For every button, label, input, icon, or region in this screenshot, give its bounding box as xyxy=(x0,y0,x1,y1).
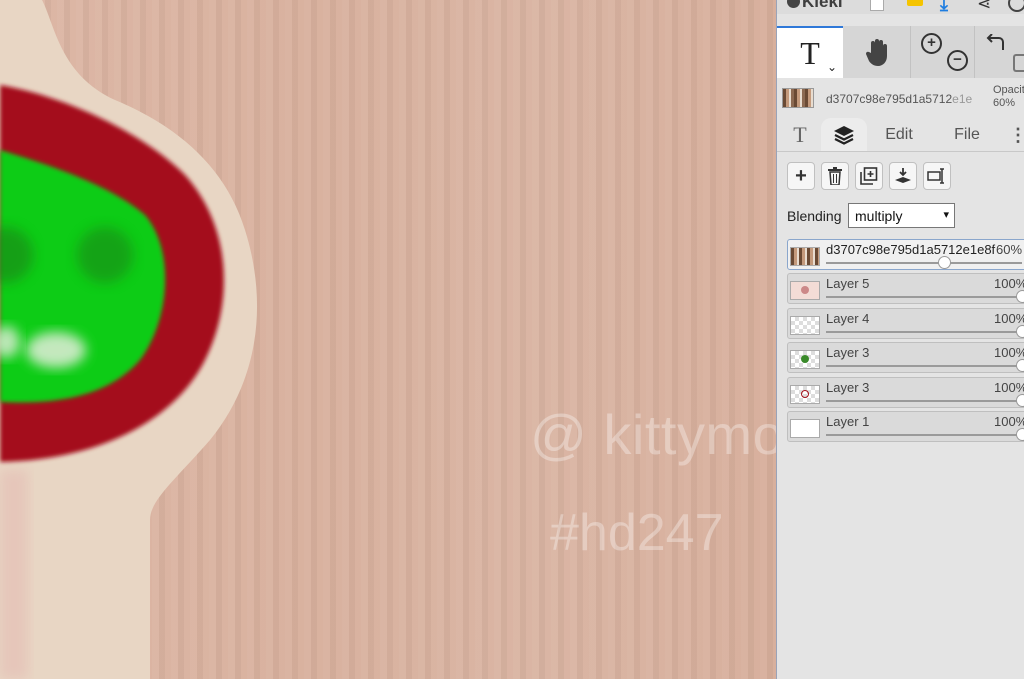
layer-thumbnail xyxy=(790,247,820,266)
thumbnail-mark xyxy=(801,286,809,294)
layer-thumbnail xyxy=(790,350,820,369)
undo-icon[interactable] xyxy=(985,34,1005,52)
canvas-artwork xyxy=(0,0,258,679)
panel-tabs: T Edit File ⋮ xyxy=(777,118,1024,152)
more-menu-icon[interactable]: ⋮ xyxy=(1009,118,1024,152)
tab-edit[interactable]: Edit xyxy=(877,118,921,152)
open-folder-icon[interactable] xyxy=(907,0,923,6)
kleki-logo-icon xyxy=(787,0,800,8)
layer-thumbnail xyxy=(790,419,820,438)
layer-row[interactable]: Layer 3 100% xyxy=(787,377,1024,408)
layer-opacity: 100% xyxy=(994,380,1024,395)
layer-row[interactable]: Layer 3 100% xyxy=(787,342,1024,373)
zoom-out-icon[interactable]: − xyxy=(947,50,968,71)
blending-select[interactable]: multiply ▾ xyxy=(848,203,955,228)
layer-opacity: 100% xyxy=(994,414,1024,429)
opacity-value: 60% xyxy=(993,97,1016,109)
mouth-highlight-right xyxy=(26,332,86,368)
layer-row[interactable]: d3707c98e795d1a5712e1e8f 60% xyxy=(787,239,1024,270)
layer-row[interactable]: Layer 4 100% xyxy=(787,308,1024,339)
thumbnail-mark xyxy=(801,390,809,398)
layer-name: Layer 3 xyxy=(826,345,870,360)
layer-name: d3707c98e795d1a5712e1e8f xyxy=(826,242,996,257)
duplicate-icon xyxy=(860,167,878,185)
top-bar: Kleki ⤓ ⋖ xyxy=(777,0,1024,14)
layer-opacity-slider[interactable] xyxy=(826,325,1024,338)
chevron-down-icon: ▾ xyxy=(943,209,949,221)
current-layer-info: d3707c98e795d1a5712e1e Opacity 60% xyxy=(777,78,1024,118)
slider-handle[interactable] xyxy=(1016,394,1024,407)
add-layer-button[interactable]: + xyxy=(787,162,815,190)
layer-opacity: 60% xyxy=(996,242,1023,257)
zoom-controls: + − xyxy=(911,26,975,78)
layer-opacity-slider[interactable] xyxy=(826,428,1024,441)
layer-name: Layer 3 xyxy=(826,380,870,395)
current-layer-thumbnail xyxy=(782,88,814,108)
share-icon[interactable]: ⋖ xyxy=(977,0,991,14)
layer-thumbnail xyxy=(790,316,820,335)
tab-tool-settings[interactable]: T xyxy=(787,118,813,152)
slider-handle[interactable] xyxy=(1016,428,1024,441)
duplicate-layer-button[interactable] xyxy=(855,162,883,190)
text-tool-icon: T xyxy=(800,34,820,71)
side-panel: Kleki ⤓ ⋖ T ⌄ + − d3707c98e795d1a5712e1e… xyxy=(776,0,1024,679)
merge-down-icon xyxy=(895,168,911,183)
drawing-canvas[interactable]: @ kittymo #hd247 xyxy=(0,0,776,679)
pink-column-shape xyxy=(0,470,28,679)
tab-layers[interactable] xyxy=(821,118,867,152)
layer-opacity: 100% xyxy=(994,311,1024,326)
layer-name: Layer 5 xyxy=(826,276,870,291)
slider-handle[interactable] xyxy=(938,256,951,269)
layer-opacity-slider[interactable] xyxy=(826,256,1022,269)
watermark-handle: @ kittymo xyxy=(530,403,776,466)
help-icon[interactable] xyxy=(1008,0,1024,12)
layer-row[interactable]: Layer 5 100% xyxy=(787,273,1024,304)
tab-divider xyxy=(777,151,1024,152)
chevron-down-icon[interactable]: ⌄ xyxy=(827,60,837,74)
tab-file[interactable]: File xyxy=(947,118,987,152)
layer-name: Layer 1 xyxy=(826,414,870,429)
blending-value: multiply xyxy=(855,208,903,224)
rename-layer-button[interactable] xyxy=(923,162,951,190)
slider-handle[interactable] xyxy=(1016,290,1024,303)
slider-handle[interactable] xyxy=(1016,359,1024,372)
redo-icon[interactable] xyxy=(1013,54,1024,72)
text-tool-button[interactable]: T ⌄ xyxy=(777,26,843,78)
current-layer-opacity: Opacity 60% xyxy=(993,84,1024,110)
merge-layer-button[interactable] xyxy=(889,162,917,190)
layer-opacity-slider[interactable] xyxy=(826,359,1024,372)
layer-row[interactable]: Layer 1 100% xyxy=(787,411,1024,442)
slider-handle[interactable] xyxy=(1016,325,1024,338)
tool-row: T ⌄ + − xyxy=(777,26,1024,78)
layer-opacity-slider[interactable] xyxy=(826,290,1024,303)
current-layer-name: d3707c98e795d1a5712e1e xyxy=(826,92,973,106)
opacity-label: Opacity xyxy=(993,84,1024,96)
app-brand[interactable]: Kleki xyxy=(787,0,843,12)
blending-label: Blending xyxy=(787,208,842,224)
trash-icon xyxy=(828,167,842,185)
right-eye-shape xyxy=(77,227,133,283)
layer-thumbnail xyxy=(790,385,820,404)
hand-tool-button[interactable] xyxy=(843,26,911,78)
layers-icon xyxy=(834,126,854,145)
download-icon[interactable]: ⤓ xyxy=(940,0,948,14)
delete-layer-button[interactable] xyxy=(821,162,849,190)
new-image-icon[interactable] xyxy=(870,0,884,11)
layer-name: Layer 4 xyxy=(826,311,870,326)
hand-tool-icon xyxy=(865,39,887,66)
zoom-in-icon[interactable]: + xyxy=(921,33,942,54)
rename-icon xyxy=(927,168,944,184)
undo-redo-controls xyxy=(975,26,1024,78)
layer-opacity: 100% xyxy=(994,276,1024,291)
layer-thumbnail xyxy=(790,281,820,300)
thumbnail-mark xyxy=(801,355,809,363)
layer-opacity: 100% xyxy=(994,345,1024,360)
layer-opacity-slider[interactable] xyxy=(826,394,1024,407)
plus-icon: + xyxy=(795,164,807,187)
watermark-tag: #hd247 xyxy=(550,504,724,562)
